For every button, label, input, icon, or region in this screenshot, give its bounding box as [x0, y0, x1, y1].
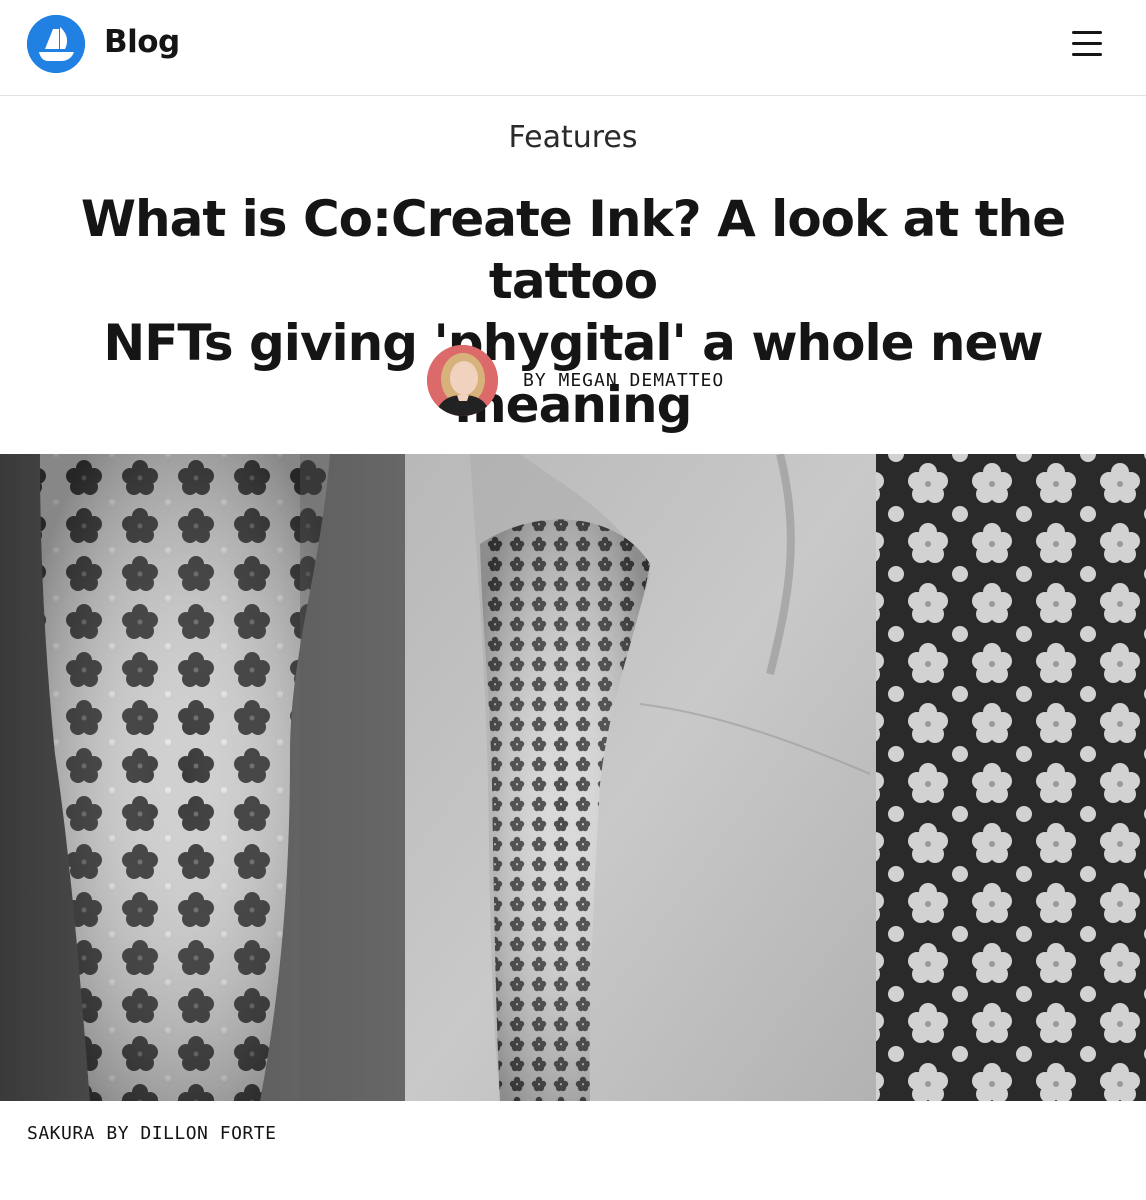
article-category[interactable]: Features	[0, 120, 1146, 155]
hero-image	[0, 454, 1146, 1101]
menu-line	[1072, 53, 1102, 56]
tattoo-artwork-image	[0, 454, 1146, 1101]
article-byline[interactable]: BY MEGAN DEMATTEO	[523, 370, 724, 391]
headline-line-1: What is Co:Create Ink? A look at the tat…	[80, 190, 1066, 310]
blog-title[interactable]: Blog	[104, 24, 180, 60]
hamburger-menu-icon[interactable]	[1068, 28, 1106, 62]
menu-line	[1072, 42, 1102, 45]
author-portrait-icon	[427, 345, 498, 416]
ship-icon	[27, 15, 85, 73]
opensea-logo-icon[interactable]	[27, 15, 85, 73]
hero-image-caption: SAKURA BY DILLON FORTE	[27, 1123, 277, 1144]
article-headline: What is Co:Create Ink? A look at the tat…	[20, 188, 1126, 436]
site-header: Blog	[0, 0, 1146, 96]
author-avatar[interactable]	[427, 345, 498, 416]
menu-line	[1072, 31, 1102, 34]
